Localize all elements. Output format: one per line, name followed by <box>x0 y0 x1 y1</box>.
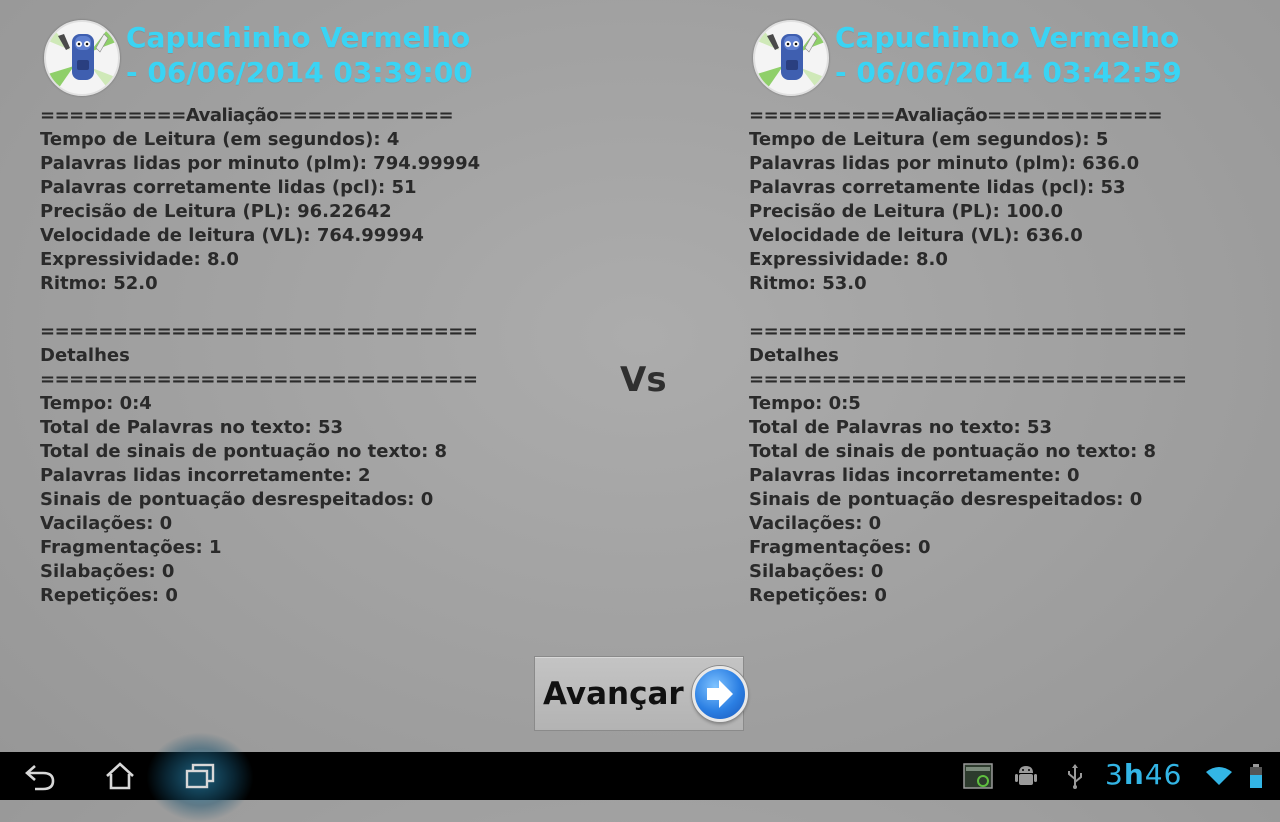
evaluation-panel-right: Capuchinho Vermelho - 06/06/2014 03:42:5… <box>749 18 1269 608</box>
section-separator: ==========Avaliação============ <box>749 105 1163 126</box>
evaluation-title: Capuchinho Vermelho - 06/06/2014 03:39:0… <box>126 21 473 89</box>
words-per-minute: Palavras lidas por minuto (plm): 636.0 <box>749 153 1140 174</box>
panel-header: Capuchinho Vermelho - 06/06/2014 03:39:0… <box>44 18 560 104</box>
detail-repetitions: Repetições: 0 <box>749 585 887 606</box>
clock-separator: h <box>1123 758 1145 791</box>
detail-fragmentations: Fragmentações: 0 <box>749 537 931 558</box>
app-content: Capuchinho Vermelho - 06/06/2014 03:39:0… <box>0 0 1280 752</box>
recent-apps-icon <box>185 763 215 789</box>
reading-speed: Velocidade de leitura (VL): 764.99994 <box>40 225 424 246</box>
detail-punctuation-ignored: Sinais de pontuação desrespeitados: 0 <box>749 489 1143 510</box>
words-per-minute: Palavras lidas por minuto (plm): 794.999… <box>40 153 481 174</box>
evaluation-title: Capuchinho Vermelho - 06/06/2014 03:42:5… <box>835 21 1182 89</box>
wifi-icon[interactable] <box>1204 752 1234 800</box>
expressiveness: Expressividade: 8.0 <box>40 249 239 270</box>
expressiveness: Expressividade: 8.0 <box>749 249 948 270</box>
mascot-icon <box>755 24 827 94</box>
detail-total-words: Total de Palavras no texto: 53 <box>40 417 344 438</box>
status-clock[interactable]: 3h46 <box>1105 756 1182 794</box>
reading-time: Tempo de Leitura (em segundos): 5 <box>749 129 1109 150</box>
section-separator: ============================== <box>40 369 478 390</box>
details-heading: Detalhes <box>40 345 130 366</box>
versus-label: Vs <box>620 360 667 400</box>
reading-precision: Precisão de Leitura (PL): 100.0 <box>749 201 1064 222</box>
detail-hesitations: Vacilações: 0 <box>40 513 173 534</box>
detail-time: Tempo: 0:5 <box>749 393 861 414</box>
home-icon <box>106 762 134 790</box>
clock-hour: 3 <box>1105 758 1124 791</box>
detail-words-incorrect: Palavras lidas incorretamente: 2 <box>40 465 371 486</box>
words-correct: Palavras corretamente lidas (pcl): 51 <box>40 177 417 198</box>
detail-syllabifications: Silabações: 0 <box>40 561 175 582</box>
detail-hesitations: Vacilações: 0 <box>749 513 882 534</box>
detail-time: Tempo: 0:4 <box>40 393 152 414</box>
back-button[interactable] <box>10 752 70 800</box>
rhythm: Ritmo: 52.0 <box>40 273 158 294</box>
detail-punctuation-ignored: Sinais de pontuação desrespeitados: 0 <box>40 489 434 510</box>
evaluation-lines: ==========Avaliação============ Tempo de… <box>749 104 1269 608</box>
detail-total-punctuation: Total de sinais de pontuação no texto: 8 <box>40 441 448 462</box>
reading-time: Tempo de Leitura (em segundos): 4 <box>40 129 400 150</box>
detail-fragmentations: Fragmentações: 1 <box>40 537 222 558</box>
section-separator: ==========Avaliação============ <box>40 105 454 126</box>
panel-header: Capuchinho Vermelho - 06/06/2014 03:42:5… <box>753 18 1269 104</box>
home-button[interactable] <box>90 752 150 800</box>
detail-words-incorrect: Palavras lidas incorretamente: 0 <box>749 465 1080 486</box>
reading-precision: Precisão de Leitura (PL): 96.22642 <box>40 201 392 222</box>
section-separator: ============================== <box>749 321 1187 342</box>
mascot-avatar <box>753 20 829 96</box>
section-separator: ============================== <box>40 321 478 342</box>
reading-speed: Velocidade de leitura (VL): 636.0 <box>749 225 1083 246</box>
words-correct: Palavras corretamente lidas (pcl): 53 <box>749 177 1126 198</box>
evaluation-lines: ==========Avaliação============ Tempo de… <box>40 104 560 608</box>
arrow-right-icon <box>691 665 748 722</box>
android-debug-icon[interactable] <box>1012 752 1040 800</box>
mascot-avatar <box>44 20 120 96</box>
clock-minutes: 46 <box>1144 758 1183 791</box>
mascot-icon <box>46 24 118 94</box>
detail-repetitions: Repetições: 0 <box>40 585 178 606</box>
usb-icon[interactable] <box>1062 752 1088 800</box>
rhythm: Ritmo: 53.0 <box>749 273 867 294</box>
screenshot-notification-icon[interactable] <box>962 752 994 800</box>
detail-syllabifications: Silabações: 0 <box>749 561 884 582</box>
evaluation-panel-left: Capuchinho Vermelho - 06/06/2014 03:39:0… <box>40 18 560 608</box>
battery-icon[interactable] <box>1244 752 1268 800</box>
details-heading: Detalhes <box>749 345 839 366</box>
detail-total-words: Total de Palavras no texto: 53 <box>749 417 1053 438</box>
advance-button-label: Avançar <box>543 675 684 712</box>
section-separator: ============================== <box>749 369 1187 390</box>
advance-button[interactable]: Avançar <box>534 656 748 731</box>
detail-total-punctuation: Total de sinais de pontuação no texto: 8 <box>749 441 1157 462</box>
recent-apps-button[interactable] <box>170 752 230 800</box>
back-icon <box>25 765 55 791</box>
